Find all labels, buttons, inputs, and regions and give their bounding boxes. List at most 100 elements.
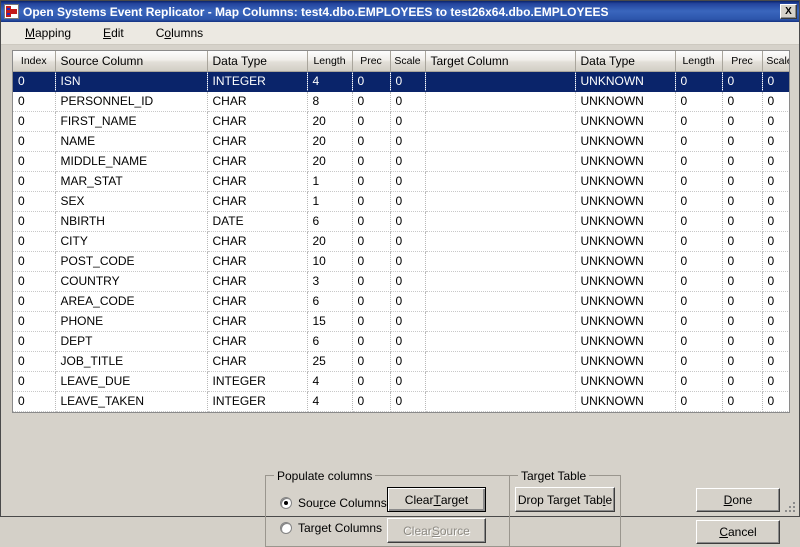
cell-src_type[interactable]: CHAR [207, 91, 308, 112]
cell-tgt_column[interactable] [425, 111, 576, 132]
cell-tgt_length[interactable]: 0 [675, 131, 723, 152]
cell-tgt_length[interactable]: 0 [675, 211, 723, 232]
cell-src_column[interactable]: JOB_TITLE [55, 351, 208, 372]
cell-src_length[interactable]: 15 [307, 311, 353, 332]
cell-tgt_prec[interactable]: 0 [722, 91, 763, 112]
cell-src_type[interactable]: CHAR [207, 111, 308, 132]
cell-src_index[interactable]: 0 [13, 171, 56, 192]
table-row[interactable]: 0 LEAVE_DUE INTEGER 4 0 0 UNKNOWN 0 0 0 [13, 371, 789, 392]
cell-src_length[interactable]: 10 [307, 251, 353, 272]
cell-tgt_column[interactable] [425, 351, 576, 372]
column-header-tgt_scale[interactable]: Scale [762, 51, 789, 72]
cell-tgt_column[interactable] [425, 331, 576, 352]
table-row[interactable]: 0 NBIRTH DATE 6 0 0 UNKNOWN 0 0 0 [13, 211, 789, 232]
cell-src_prec[interactable]: 0 [352, 231, 391, 252]
cell-tgt_length[interactable]: 0 [675, 391, 723, 412]
cell-src_prec[interactable]: 0 [352, 291, 391, 312]
cell-tgt_length[interactable]: 0 [675, 71, 723, 92]
cell-src_index[interactable]: 0 [13, 391, 56, 412]
cell-tgt_type[interactable]: UNKNOWN [575, 71, 676, 92]
cell-tgt_scale[interactable]: 0 [762, 111, 789, 132]
cell-src_length[interactable]: 8 [307, 91, 353, 112]
cell-src_prec[interactable]: 0 [352, 371, 391, 392]
cell-src_prec[interactable]: 0 [352, 331, 391, 352]
cell-src_length[interactable]: 1 [307, 171, 353, 192]
cell-src_type[interactable]: CHAR [207, 131, 308, 152]
cell-tgt_scale[interactable]: 0 [762, 371, 789, 392]
cell-src_scale[interactable]: 0 [390, 151, 426, 172]
cell-src_prec[interactable]: 0 [352, 131, 391, 152]
cell-tgt_length[interactable]: 0 [675, 251, 723, 272]
cell-tgt_prec[interactable]: 0 [722, 331, 763, 352]
column-header-src_length[interactable]: Length [307, 51, 353, 72]
cell-tgt_scale[interactable]: 0 [762, 211, 789, 232]
cell-tgt_column[interactable] [425, 291, 576, 312]
cell-tgt_prec[interactable]: 0 [722, 71, 763, 92]
cell-tgt_length[interactable]: 0 [675, 371, 723, 392]
cell-tgt_type[interactable]: UNKNOWN [575, 331, 676, 352]
cell-tgt_type[interactable]: UNKNOWN [575, 271, 676, 292]
cell-tgt_type[interactable]: UNKNOWN [575, 91, 676, 112]
cell-tgt_scale[interactable]: 0 [762, 71, 789, 92]
cell-src_prec[interactable]: 0 [352, 91, 391, 112]
cell-src_type[interactable]: CHAR [207, 231, 308, 252]
cell-tgt_scale[interactable]: 0 [762, 191, 789, 212]
cell-src_scale[interactable]: 0 [390, 311, 426, 332]
cell-src_prec[interactable]: 0 [352, 271, 391, 292]
cell-src_column[interactable]: MAR_STAT [55, 171, 208, 192]
cell-src_length[interactable]: 20 [307, 111, 353, 132]
cell-tgt_column[interactable] [425, 91, 576, 112]
cell-tgt_scale[interactable]: 0 [762, 131, 789, 152]
cell-src_column[interactable]: ISN [55, 71, 208, 92]
cell-src_scale[interactable]: 0 [390, 231, 426, 252]
cell-src_type[interactable]: DATE [207, 211, 308, 232]
cell-src_index[interactable]: 0 [13, 111, 56, 132]
table-row[interactable]: 0 NAME CHAR 20 0 0 UNKNOWN 0 0 0 [13, 131, 789, 152]
table-row[interactable]: 0 COUNTRY CHAR 3 0 0 UNKNOWN 0 0 0 [13, 271, 789, 292]
menu-item-columns[interactable]: Columns [146, 24, 213, 42]
cell-src_prec[interactable]: 0 [352, 111, 391, 132]
cell-src_type[interactable]: CHAR [207, 311, 308, 332]
cell-src_index[interactable]: 0 [13, 271, 56, 292]
cell-tgt_length[interactable]: 0 [675, 111, 723, 132]
cell-tgt_length[interactable]: 0 [675, 191, 723, 212]
cell-tgt_prec[interactable]: 0 [722, 311, 763, 332]
cell-tgt_prec[interactable]: 0 [722, 371, 763, 392]
cell-src_type[interactable]: INTEGER [207, 391, 308, 412]
radio-source-columns[interactable]: Source Columns [280, 496, 387, 510]
cell-src_index[interactable]: 0 [13, 231, 56, 252]
cell-src_prec[interactable]: 0 [352, 311, 391, 332]
cell-tgt_length[interactable]: 0 [675, 311, 723, 332]
cell-tgt_prec[interactable]: 0 [722, 351, 763, 372]
cell-tgt_prec[interactable]: 0 [722, 151, 763, 172]
column-header-src_column[interactable]: Source Column [55, 51, 208, 72]
cell-src_type[interactable]: INTEGER [207, 71, 308, 92]
cell-tgt_scale[interactable]: 0 [762, 391, 789, 412]
cell-src_index[interactable]: 0 [13, 371, 56, 392]
cell-src_column[interactable]: FIRST_NAME [55, 111, 208, 132]
cell-tgt_length[interactable]: 0 [675, 271, 723, 292]
cell-tgt_scale[interactable]: 0 [762, 251, 789, 272]
cell-src_prec[interactable]: 0 [352, 71, 391, 92]
cell-src_type[interactable]: CHAR [207, 191, 308, 212]
clear-target-button[interactable]: Clear Target [387, 487, 486, 512]
column-header-src_prec[interactable]: Prec [352, 51, 391, 72]
cell-src_length[interactable]: 1 [307, 191, 353, 212]
cell-src_type[interactable]: CHAR [207, 171, 308, 192]
cell-tgt_column[interactable] [425, 251, 576, 272]
done-button[interactable]: Done [696, 488, 780, 512]
cell-tgt_column[interactable] [425, 211, 576, 232]
column-header-tgt_length[interactable]: Length [675, 51, 723, 72]
cell-src_scale[interactable]: 0 [390, 131, 426, 152]
cell-src_index[interactable]: 0 [13, 91, 56, 112]
cell-tgt_prec[interactable]: 0 [722, 391, 763, 412]
cell-tgt_prec[interactable]: 0 [722, 271, 763, 292]
cell-src_length[interactable]: 20 [307, 231, 353, 252]
cell-src_type[interactable]: INTEGER [207, 371, 308, 392]
cell-tgt_column[interactable] [425, 71, 576, 92]
cell-src_scale[interactable]: 0 [390, 291, 426, 312]
cell-tgt_type[interactable]: UNKNOWN [575, 391, 676, 412]
cell-src_column[interactable]: LEAVE_TAKEN [55, 391, 208, 412]
cell-src_scale[interactable]: 0 [390, 71, 426, 92]
cell-tgt_length[interactable]: 0 [675, 171, 723, 192]
